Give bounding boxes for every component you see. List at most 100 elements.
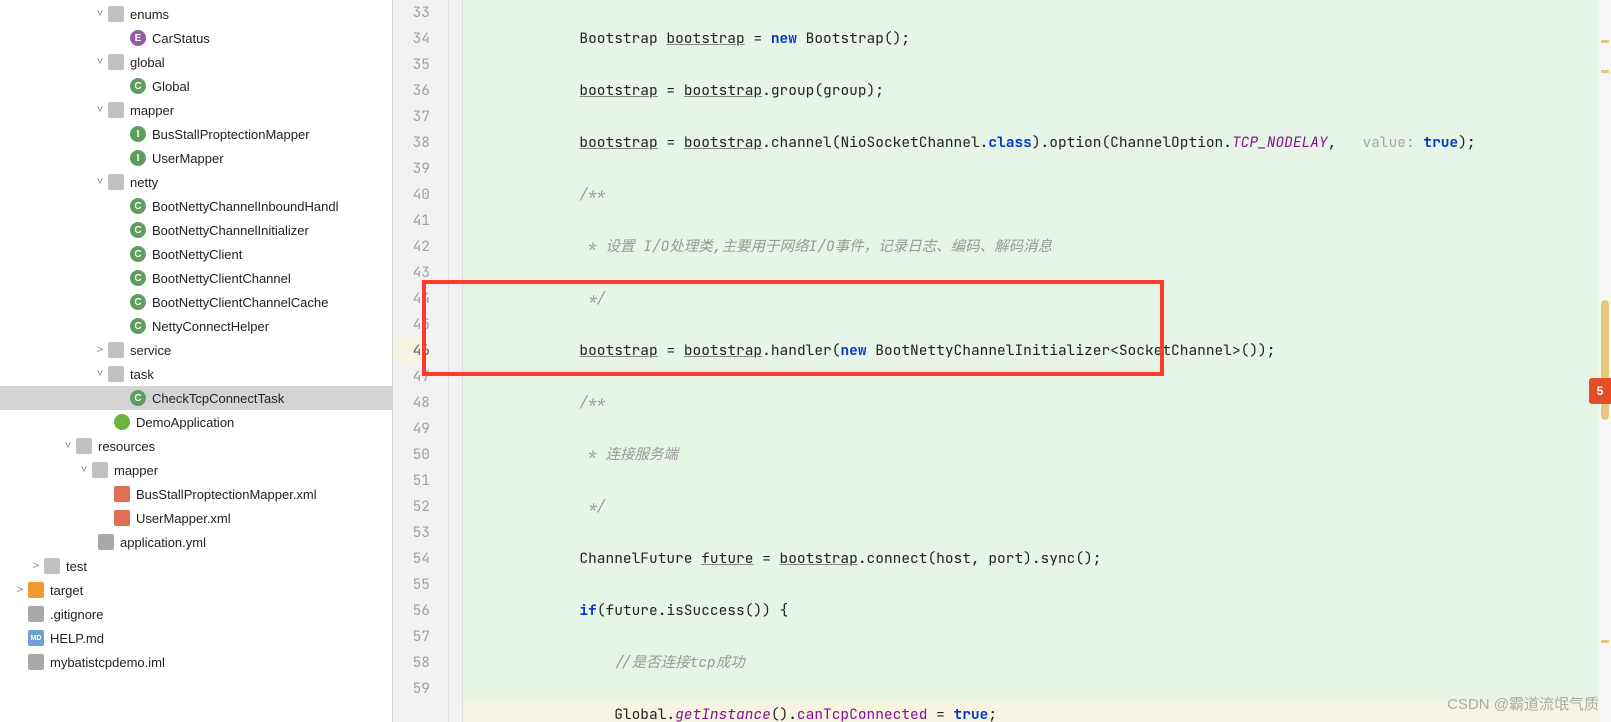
code-line[interactable]: */ (463, 494, 1611, 520)
line-number: 55 (393, 572, 430, 598)
tree-item-resources[interactable]: ˅ resources (0, 434, 392, 458)
tree-item-user-mapper[interactable]: IUserMapper (0, 146, 392, 170)
tree-item-mapper[interactable]: ˅mapper (0, 98, 392, 122)
tree-label: resources (98, 439, 155, 454)
code-line[interactable]: /** (463, 390, 1611, 416)
code-editor[interactable]: 33 34 35 36 37 38 39 40 41 42 43 44 45 4… (393, 0, 1611, 722)
class-icon: C (130, 246, 146, 262)
tree-item-test[interactable]: ˃ test (0, 554, 392, 578)
tree-item-boot-client[interactable]: C BootNettyClient (0, 242, 392, 266)
code-line[interactable]: bootstrap = bootstrap.group(group); (463, 78, 1611, 104)
line-number: 54 (393, 546, 430, 572)
tree-item-netty[interactable]: ˅ netty (0, 170, 392, 194)
tree-item-usermapper-xml[interactable]: UserMapper.xml (0, 506, 392, 530)
tree-label: BootNettyClient (152, 247, 242, 262)
interface-icon: I (130, 126, 146, 142)
tree-label: application.yml (120, 535, 206, 550)
tree-item-carstatus[interactable]: ECarStatus (0, 26, 392, 50)
chevron-right-icon: ˃ (28, 560, 44, 572)
tree-label: BootNettyClientChannel (152, 271, 291, 286)
tree-item-global[interactable]: ˅global (0, 50, 392, 74)
tree-item-boot-init[interactable]: CBootNettyChannelInitializer (0, 218, 392, 242)
folder-icon (92, 462, 108, 478)
tree-item-help-md[interactable]: MD HELP.md (0, 626, 392, 650)
code-area[interactable]: Bootstrap bootstrap = new Bootstrap(); b… (463, 0, 1611, 722)
tree-item-target[interactable]: ˃target (0, 578, 392, 602)
tree-item-boot-client-ch-cache[interactable]: CBootNettyClientChannelCache (0, 290, 392, 314)
chevron-down-icon: ˅ (60, 440, 76, 452)
folder-icon (108, 6, 124, 22)
tree-label: BootNettyClientChannelCache (152, 295, 328, 310)
tree-label: CheckTcpConnectTask (152, 391, 284, 406)
xml-icon (114, 510, 130, 526)
tree-item-mapper-res[interactable]: ˅mapper (0, 458, 392, 482)
folder-icon (44, 558, 60, 574)
chevron-down-icon: ˅ (76, 464, 92, 476)
code-line[interactable]: ChannelFuture future = bootstrap.connect… (463, 546, 1611, 572)
line-number: 39 (393, 156, 430, 182)
line-number: 48 (393, 390, 430, 416)
tree-item-service[interactable]: ˃service (0, 338, 392, 362)
tree-item-busstall-mapper[interactable]: IBusStallProptectionMapper (0, 122, 392, 146)
line-number: 42 (393, 234, 430, 260)
tree-label: Global (152, 79, 190, 94)
line-number: 33 (393, 0, 430, 26)
tree-label: task (130, 367, 154, 382)
code-line[interactable]: //是否连接tcp成功 (463, 650, 1611, 676)
chevron-down-icon: ˅ (92, 104, 108, 116)
line-number: 36 (393, 78, 430, 104)
tree-item-global-class[interactable]: C Global (0, 74, 392, 98)
scrollbar-mark (1601, 40, 1609, 43)
tree-item-app-yml[interactable]: application.yml (0, 530, 392, 554)
line-number: 37 (393, 104, 430, 130)
line-number: 41 (393, 208, 430, 234)
code-line[interactable]: bootstrap = bootstrap.channel(NioSocketC… (463, 130, 1611, 156)
tree-item-boot-client-ch[interactable]: C BootNettyClientChannel (0, 266, 392, 290)
line-number: 56 (393, 598, 430, 624)
code-line[interactable]: Bootstrap bootstrap = new Bootstrap(); (463, 26, 1611, 52)
code-line[interactable]: */ (463, 286, 1611, 312)
chevron-down-icon: ˅ (92, 176, 108, 188)
code-line[interactable]: /** (463, 182, 1611, 208)
line-number: 52 (393, 494, 430, 520)
tree-item-check-tcp[interactable]: C CheckTcpConnectTask (0, 386, 392, 410)
class-icon: C (130, 78, 146, 94)
chevron-down-icon: ˅ (92, 8, 108, 20)
tree-item-enums[interactable]: ˅enums (0, 2, 392, 26)
tree-label: HELP.md (50, 631, 104, 646)
tree-label: UserMapper.xml (136, 511, 231, 526)
folder-icon (28, 582, 44, 598)
class-icon: C (130, 222, 146, 238)
tree-item-busstall-xml[interactable]: BusStallProptectionMapper.xml (0, 482, 392, 506)
code-line[interactable]: * 设置 I/O处理类,主要用于网络I/O事件，记录日志、编码、解码消息 (463, 234, 1611, 260)
tree-item-task[interactable]: ˅task (0, 362, 392, 386)
md-icon: MD (28, 630, 44, 646)
code-line[interactable]: * 连接服务端 (463, 442, 1611, 468)
tree-label: netty (130, 175, 158, 190)
tree-label: target (50, 583, 83, 598)
gutter: 33 34 35 36 37 38 39 40 41 42 43 44 45 4… (393, 0, 449, 722)
tree-item-boot-inbound[interactable]: CBootNettyChannelInboundHandl (0, 194, 392, 218)
fold-column (449, 0, 463, 722)
class-icon: C (130, 270, 146, 286)
folder-icon (76, 438, 92, 454)
line-number: 45 (393, 312, 430, 338)
code-line-current[interactable]: Global.getInstance().canTcpConnected = t… (463, 702, 1611, 722)
project-tree[interactable]: ˅enums ECarStatus ˅global C Global ˅mappe… (0, 0, 393, 722)
class-icon: C (130, 390, 146, 406)
tree-item-netty-connect[interactable]: CNettyConnectHelper (0, 314, 392, 338)
tree-label: BootNettyChannelInboundHandl (152, 199, 338, 214)
line-number: 50 (393, 442, 430, 468)
code-line[interactable]: if(future.isSuccess()) { (463, 598, 1611, 624)
code-line[interactable]: bootstrap = bootstrap.handler(new BootNe… (463, 338, 1611, 364)
tree-item-gitignore[interactable]: .gitignore (0, 602, 392, 626)
editor-scrollbar[interactable] (1599, 0, 1611, 722)
line-number: 40 (393, 182, 430, 208)
tree-item-demo-app[interactable]: DemoApplication (0, 410, 392, 434)
line-number: 51 (393, 468, 430, 494)
folder-icon (108, 54, 124, 70)
tree-label: mybatistcpdemo.iml (50, 655, 165, 670)
tree-item-mybatis-iml[interactable]: mybatistcpdemo.iml (0, 650, 392, 674)
tree-label: test (66, 559, 87, 574)
tree-label: UserMapper (152, 151, 224, 166)
